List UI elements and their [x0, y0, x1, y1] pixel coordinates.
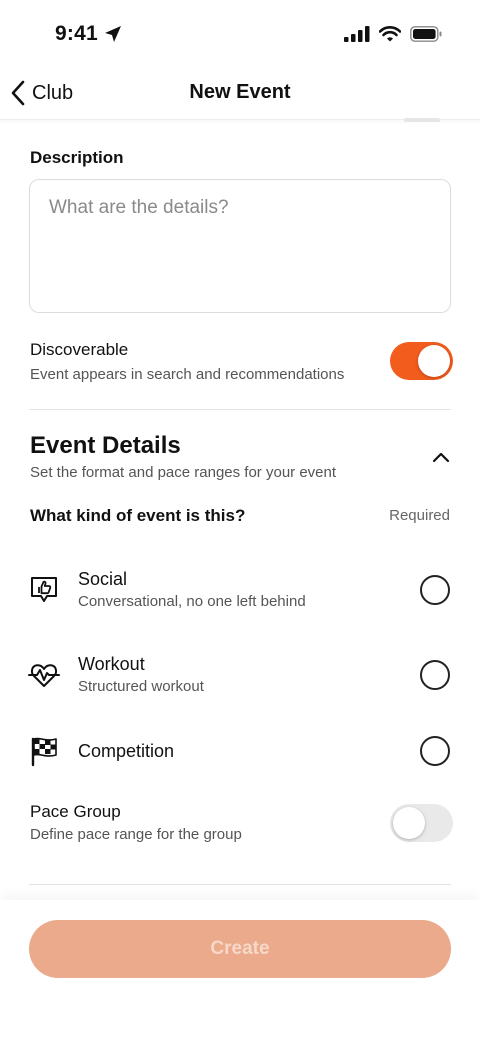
checkered-flag-icon [31, 737, 57, 767]
competition-radio[interactable] [420, 736, 450, 766]
speech-bubble-thumbs-up-icon [31, 577, 57, 602]
status-time: 9:41 [55, 22, 122, 46]
option-title: Workout [78, 654, 145, 674]
pace-group-toggle[interactable] [390, 804, 453, 842]
heart-pulse-icon [28, 664, 60, 687]
pace-group-title: Pace Group [30, 802, 121, 821]
social-radio[interactable] [420, 575, 450, 605]
battery-icon [410, 26, 442, 42]
event-details-title: Event Details [30, 432, 181, 459]
location-arrow-icon [104, 26, 121, 42]
option-title: Social [78, 569, 128, 589]
divider [29, 409, 451, 410]
cellular-signal-icon [344, 26, 370, 42]
chevron-up-icon[interactable] [430, 446, 452, 468]
workout-radio[interactable] [420, 660, 450, 690]
required-label: Required [389, 507, 450, 524]
pace-group-subtitle: Define pace range for the group [30, 826, 242, 843]
discoverable-subtitle: Event appears in search and recommendati… [30, 366, 345, 383]
discoverable-title: Discoverable [30, 340, 129, 359]
option-subtitle: Structured workout [78, 678, 204, 695]
status-icons [344, 26, 442, 42]
event-kind-question: What kind of event is this? [30, 506, 246, 525]
create-button[interactable]: Create [29, 920, 451, 978]
nav-bar: Club New Event [0, 68, 480, 120]
scroll-hint [404, 118, 440, 122]
description-textarea[interactable] [29, 179, 451, 313]
discoverable-toggle[interactable] [390, 342, 453, 380]
footer: Create [0, 900, 480, 1040]
wifi-icon [379, 26, 401, 42]
divider [29, 884, 451, 885]
page-title: New Event [189, 81, 291, 103]
event-details-subtitle: Set the format and pace ranges for your … [30, 464, 337, 481]
toggle-knob [393, 807, 425, 839]
option-title: Competition [78, 741, 175, 761]
description-label: Description [30, 148, 124, 167]
status-bar: 9:41 [0, 0, 480, 68]
option-subtitle: Conversational, no one left behind [78, 593, 306, 610]
toggle-knob [418, 345, 450, 377]
status-time-label: 9:41 [55, 22, 98, 45]
